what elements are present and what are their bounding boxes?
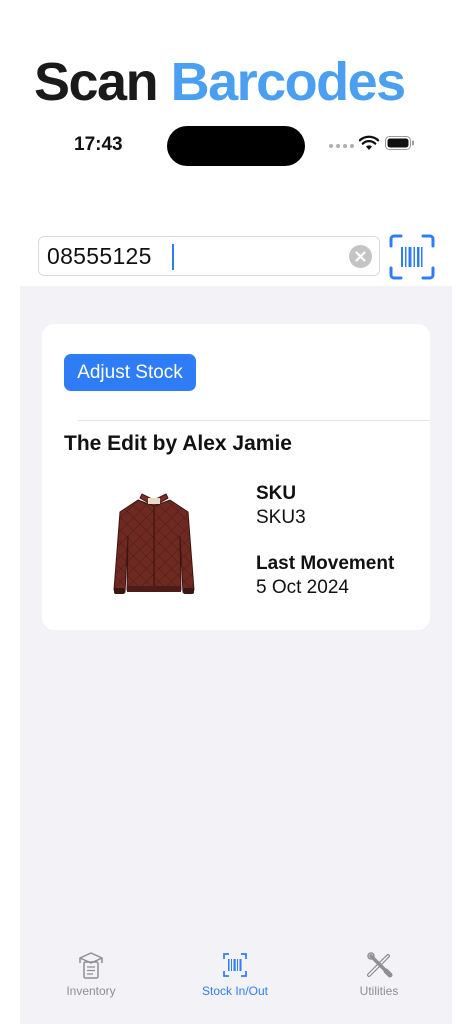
search-row	[20, 234, 452, 286]
status-time: 17:43	[74, 134, 123, 155]
status-bar: 17:43	[20, 110, 452, 180]
tab-inventory-label: Inventory	[66, 984, 116, 998]
tab-stock-in-out[interactable]: Stock In/Out	[170, 950, 300, 1010]
last-movement-label: Last Movement	[256, 553, 395, 574]
dynamic-island	[167, 126, 305, 166]
stock-content-area: Adjust Stock The Edit by Alex Jamie SKU …	[20, 286, 452, 1024]
clear-search-button[interactable]	[349, 245, 372, 268]
tab-bar: Inventory Stock In/Out Utilities	[20, 940, 452, 1024]
product-image-quilted-jacket	[113, 493, 195, 594]
phone-screen: 17:43 08555125 Adjust Stock The Edit by …	[20, 110, 452, 1024]
inventory-box-icon	[79, 952, 103, 979]
barcode-scan-icon	[223, 953, 247, 977]
sku-value: SKU3	[256, 507, 306, 528]
barcode-input[interactable]	[47, 237, 337, 275]
adjust-stock-button[interactable]: Adjust Stock	[64, 354, 196, 391]
wifi-icon	[359, 135, 379, 150]
clear-x-icon	[355, 251, 366, 262]
tools-icon	[367, 952, 393, 978]
battery-icon	[385, 136, 414, 150]
tab-utilities-label: Utilities	[359, 984, 399, 998]
product-details: SKU SKU3 Last Movement 5 Oct 2024	[256, 482, 394, 600]
barcode-search-field[interactable]	[38, 236, 380, 276]
tab-stock-in-out-label: Stock In/Out	[201, 984, 269, 998]
card-divider	[78, 420, 430, 421]
cellular-signal-icon	[329, 144, 354, 148]
tab-utilities[interactable]: Utilities	[314, 950, 444, 1010]
barcode-scanner-button[interactable]	[389, 234, 435, 280]
promo-title-word-scan: Scan	[34, 52, 159, 112]
text-caret	[172, 244, 174, 270]
tab-inventory[interactable]: Inventory	[26, 950, 156, 1010]
sku-label: SKU	[256, 483, 297, 504]
product-card: Adjust Stock The Edit by Alex Jamie SKU …	[42, 324, 430, 630]
promo-title: Scan Barcodes	[34, 52, 407, 112]
product-name: The Edit by Alex Jamie	[64, 432, 292, 455]
last-movement-value: 5 Oct 2024	[256, 577, 349, 598]
promo-title-word-barcodes: Barcodes	[170, 52, 407, 112]
